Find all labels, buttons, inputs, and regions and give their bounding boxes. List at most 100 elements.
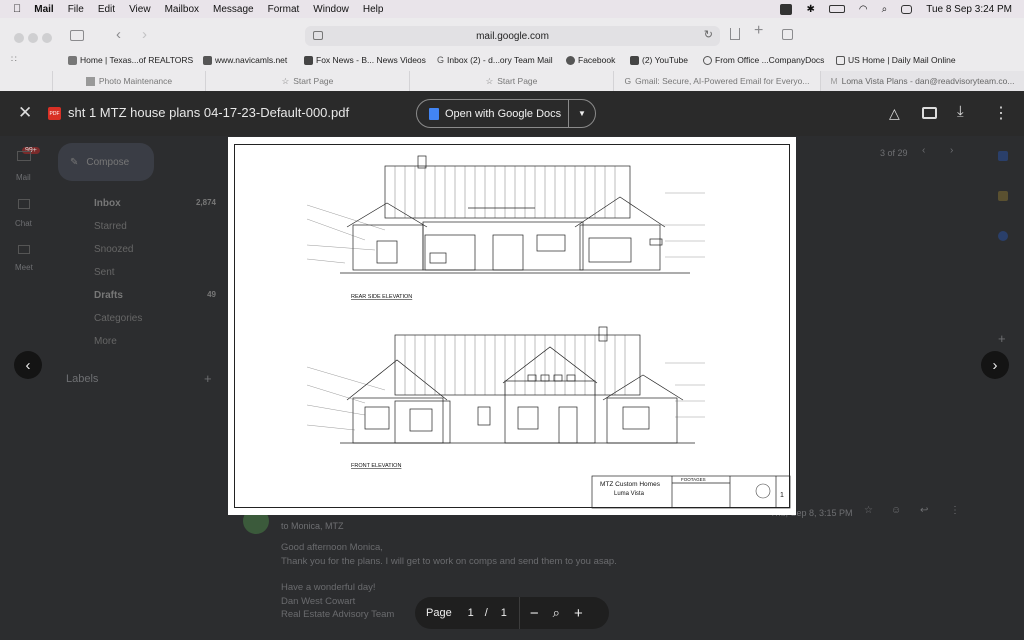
open-with-google-docs-button[interactable]: Open with Google Docs: [417, 100, 569, 127]
rear-elevation-label: REAR SIDE ELEVATION: [351, 294, 412, 300]
close-viewer-icon[interactable]: ✕: [18, 103, 32, 123]
browser-tab-active[interactable]: M Loma Vista Plans - dan@readvisoryteam.c…: [820, 71, 1024, 91]
window-close-dot[interactable]: [14, 33, 24, 43]
emoji-react-icon[interactable]: ☺: [891, 505, 901, 516]
front-elevation-label: FRONT ELEVATION: [351, 463, 401, 469]
folder-sent[interactable]: Sent: [66, 267, 216, 290]
folder-list: Inbox 2,874 Starred Snoozed Sent Drafts 49…: [66, 198, 216, 359]
rail-meet-label[interactable]: Meet: [15, 263, 33, 272]
add-label-icon[interactable]: +: [204, 371, 212, 386]
bookmark-item[interactable]: www.navicamls.net: [203, 55, 287, 65]
pdf-filename: sht 1 MTZ house plans 04-17-23-Default-0…: [68, 105, 350, 120]
spotlight-search-icon[interactable]: ⌕: [882, 4, 888, 15]
bookmark-item[interactable]: G Inbox (2) - d...ory Team Mail: [437, 55, 553, 65]
star-icon: ☆: [281, 75, 290, 86]
browser-tab[interactable]: ☆ Start Page: [409, 71, 613, 91]
forward-arrow-icon[interactable]: ›: [142, 26, 147, 43]
more-actions-icon[interactable]: ⋮: [993, 103, 1009, 123]
bluetooth-icon[interactable]: ✱: [806, 4, 814, 15]
sidebar-toggle-icon[interactable]: [70, 30, 84, 41]
meet-icon[interactable]: [18, 245, 30, 254]
current-page-input[interactable]: 1: [465, 607, 477, 619]
rail-mail-label[interactable]: Mail: [16, 173, 31, 182]
menu-help[interactable]: Help: [363, 4, 384, 15]
folder-snoozed[interactable]: Snoozed: [66, 244, 216, 267]
bookmark-item[interactable]: US Home | Daily Mail Online: [836, 55, 956, 65]
mail-icon[interactable]: [17, 151, 31, 161]
bookmark-item[interactable]: Fox News - B... News Videos: [304, 55, 426, 65]
window-minimize-dot[interactable]: [28, 33, 38, 43]
browser-tab[interactable]: Photo Maintenance: [52, 71, 205, 91]
new-tab-icon[interactable]: +: [754, 22, 763, 40]
browser-chrome: ‹ › mail.google.com ↻ + ∷ Home | Texas..…: [0, 18, 1024, 91]
bookmark-item[interactable]: Home | Texas...of REALTORS: [68, 55, 193, 65]
bookmark-item[interactable]: From Office ...CompanyDocs: [703, 55, 824, 65]
project-name: Luma Vista: [614, 491, 645, 497]
fox-favicon-icon: [304, 55, 313, 65]
compose-button[interactable]: ✎ Compose: [58, 143, 154, 181]
pager-next-icon[interactable]: ›: [950, 145, 953, 156]
add-to-drive-icon[interactable]: △: [889, 105, 900, 122]
star-icon: ☆: [485, 75, 494, 86]
print-icon[interactable]: [922, 107, 937, 119]
favorites-grid-icon[interactable]: ∷: [11, 54, 17, 65]
menu-file[interactable]: File: [68, 4, 84, 15]
bookmark-item[interactable]: (2) YouTube: [630, 55, 688, 65]
address-bar[interactable]: mail.google.com ↻: [305, 26, 720, 46]
google-favicon-icon: G: [624, 76, 632, 86]
star-message-icon[interactable]: ☆: [864, 505, 873, 516]
menu-edit[interactable]: Edit: [98, 4, 115, 15]
pager-prev-icon[interactable]: ‹: [922, 145, 925, 156]
menu-message[interactable]: Message: [213, 4, 254, 15]
menubar-clock[interactable]: Tue 8 Sep 3:24 PM: [926, 4, 1012, 15]
browser-tab[interactable]: ☆ Start Page: [205, 71, 409, 91]
menu-mailbox[interactable]: Mailbox: [165, 4, 199, 15]
message-recipients[interactable]: to Monica, MTZ: [281, 521, 344, 531]
apple-icon[interactable]: : [13, 3, 21, 15]
zoom-out-icon[interactable]: −: [530, 605, 539, 622]
next-file-button[interactable]: ›: [981, 351, 1009, 379]
sheet-number: 1: [780, 492, 784, 499]
download-icon[interactable]: ⤓: [957, 103, 964, 120]
chat-icon[interactable]: [18, 199, 30, 209]
folder-categories[interactable]: Categories: [66, 313, 216, 336]
share-icon[interactable]: [730, 28, 740, 40]
reload-icon[interactable]: ↻: [704, 28, 713, 41]
reply-icon[interactable]: ↩: [920, 505, 928, 516]
gmail-favicon-icon: M: [830, 76, 838, 86]
calendar-icon[interactable]: [998, 151, 1008, 161]
chevron-right-icon: ›: [992, 356, 998, 374]
folder-more[interactable]: More: [66, 336, 216, 359]
wifi-icon[interactable]: ◠: [859, 4, 868, 15]
folder-drafts[interactable]: Drafts 49: [66, 290, 216, 313]
previous-file-button[interactable]: ‹: [14, 351, 42, 379]
tasks-icon[interactable]: [998, 231, 1008, 241]
folder-inbox[interactable]: Inbox 2,874: [66, 198, 216, 221]
rail-chat-label[interactable]: Chat: [15, 219, 32, 228]
labels-heading: Labels: [66, 373, 99, 385]
bookmark-item[interactable]: Facebook: [566, 55, 615, 65]
menu-format[interactable]: Format: [268, 4, 300, 15]
battery-icon[interactable]: [828, 5, 845, 13]
menu-window[interactable]: Window: [313, 4, 349, 15]
pdf-viewer-toolbar: ✕ PDF sht 1 MTZ house plans 04-17-23-Def…: [0, 91, 1024, 136]
window-zoom-dot[interactable]: [42, 33, 52, 43]
menu-view[interactable]: View: [129, 4, 151, 15]
add-addon-icon[interactable]: +: [998, 331, 1006, 346]
control-center-icon[interactable]: [901, 4, 913, 14]
page-settings-icon[interactable]: [313, 31, 323, 40]
menu-app-name[interactable]: Mail: [34, 4, 53, 15]
open-with-button: Open with Google Docs ▼: [416, 99, 596, 128]
browser-tab[interactable]: G Gmail: Secure, AI-Powered Email for Eve…: [613, 71, 820, 91]
tab-overview-icon[interactable]: [782, 29, 793, 40]
folder-starred[interactable]: Starred: [66, 221, 216, 244]
elevation-drawing: REAR SIDE ELEVATION FRONT ELEVATION MTZ …: [306, 155, 791, 509]
zoom-in-icon[interactable]: +: [574, 605, 583, 622]
open-with-dropdown-chevron-icon[interactable]: ▼: [569, 109, 595, 118]
realtors-favicon-icon: [68, 55, 77, 65]
keep-icon[interactable]: [998, 191, 1008, 201]
zoom-fit-icon[interactable]: ⌕: [553, 605, 560, 621]
back-arrow-icon[interactable]: ‹: [116, 26, 121, 43]
screen-share-icon[interactable]: [780, 3, 793, 15]
more-options-icon[interactable]: ⋮: [950, 505, 960, 516]
